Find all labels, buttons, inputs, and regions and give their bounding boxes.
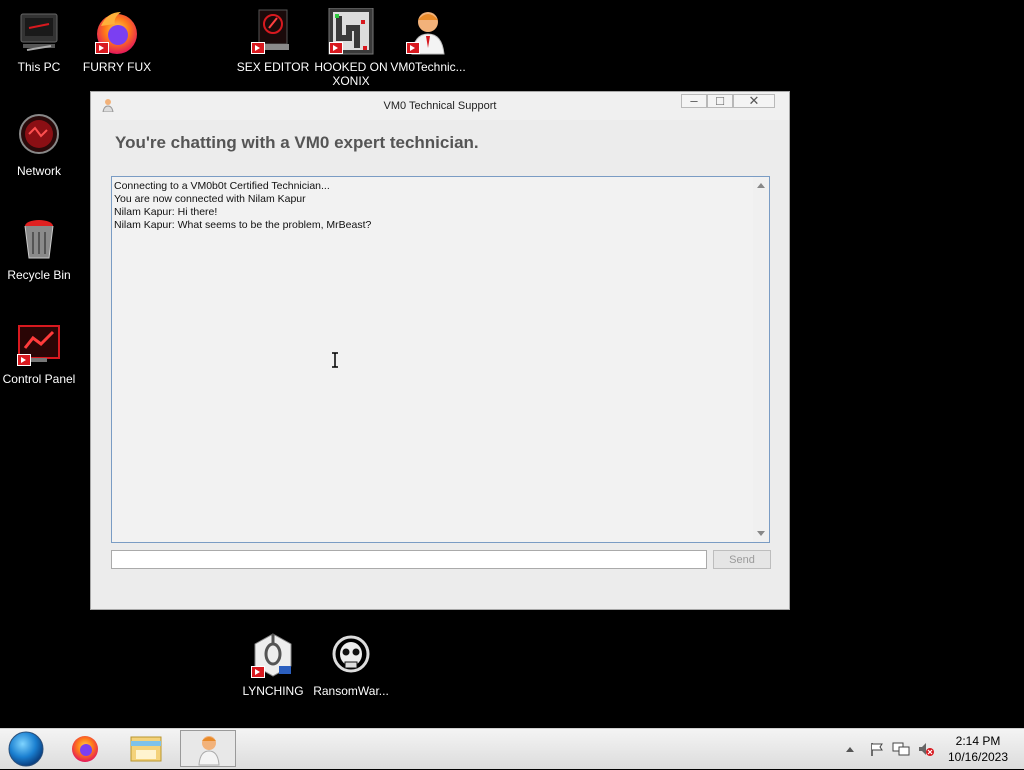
clock-date: 10/16/2023 (947, 750, 1009, 764)
vm0-support-window: VM0 Technical Support – □ ✕ You're chatt… (90, 91, 790, 610)
taskbar-clock[interactable]: 2:14 PM 10/16/2023 (936, 733, 1020, 765)
clock-time: 2:14 PM (955, 734, 1001, 748)
chat-line: Nilam Kapur: Hi there! (114, 206, 218, 218)
chat-line: Connecting to a VM0b0t Certified Technic… (114, 180, 330, 192)
scroll-up-icon[interactable] (757, 183, 765, 188)
taskbar: 2:14 PM 10/16/2023 (0, 728, 1024, 769)
window-titlebar[interactable]: VM0 Technical Support – □ ✕ (91, 92, 789, 120)
message-input[interactable] (111, 550, 707, 569)
desktop-icon-label: Control Panel (2, 372, 76, 386)
chat-line: You are now connected with Nilam Kapur (114, 193, 306, 205)
desktop-icon-vm0technic[interactable]: VM0Technic... (389, 8, 467, 74)
text-cursor-icon (332, 352, 338, 368)
desktop-icon-furry-fux[interactable]: FURRY FUX (78, 8, 156, 74)
maximize-icon: □ (716, 93, 724, 108)
desktop-icon-ransomware[interactable]: RansomWar... (312, 632, 390, 698)
taskbar-file-explorer[interactable] (118, 730, 174, 767)
taskbar-firefox[interactable] (58, 730, 114, 767)
paint-editor-icon (249, 8, 297, 56)
recycle-bin-icon (15, 216, 63, 264)
computer-icon (15, 8, 63, 56)
firefox-icon (72, 736, 98, 762)
technician-avatar-icon (404, 8, 452, 56)
desktop-icon-recycle-bin[interactable]: Recycle Bin (0, 216, 78, 282)
chat-scrollbar[interactable] (753, 177, 769, 542)
file-explorer-icon (130, 736, 162, 762)
desktop-icon-label: RansomWar... (313, 684, 389, 698)
close-button[interactable]: ✕ (733, 93, 775, 108)
desktop-icon-control-panel[interactable]: Control Panel (0, 320, 78, 386)
flag-icon[interactable] (869, 741, 885, 760)
desktop-icon-label: Recycle Bin (7, 268, 71, 282)
desktop-icon-hooked-on-xonix[interactable]: HOOKED ON XONIX (312, 7, 390, 88)
network-icon[interactable] (892, 741, 910, 760)
desktop-icon-label: This PC (17, 60, 61, 74)
send-button[interactable]: Send (713, 550, 771, 569)
chat-heading: You're chatting with a VM0 expert techni… (115, 133, 479, 152)
xonix-game-icon (327, 7, 375, 56)
desktop-icon-sex-editor[interactable]: SEX EDITOR (234, 8, 312, 74)
desktop-icon-label: LYNCHING (242, 684, 304, 698)
desktop-icon-network[interactable]: Network (0, 112, 78, 178)
control-panel-icon (15, 320, 63, 368)
taskbar-vm0-support[interactable] (180, 730, 236, 767)
volume-muted-icon[interactable] (917, 741, 935, 760)
scroll-down-icon[interactable] (757, 531, 765, 536)
technician-avatar-icon (198, 736, 220, 766)
desktop-icon-label: HOOKED ON XONIX (314, 60, 388, 88)
desktop-icon-this-pc[interactable]: This PC (0, 8, 78, 74)
desktop-icon-label: FURRY FUX (82, 60, 152, 74)
skull-icon (327, 632, 375, 680)
chat-line: Nilam Kapur: What seems to be the proble… (114, 219, 372, 231)
minimize-icon: – (690, 93, 698, 108)
desktop-icon-label: SEX EDITOR (236, 60, 310, 74)
firefox-icon (93, 8, 141, 56)
maximize-button[interactable]: □ (707, 93, 733, 108)
minimize-button[interactable]: – (681, 93, 707, 108)
chat-log[interactable]: Connecting to a VM0b0t Certified Technic… (111, 176, 770, 543)
close-icon: ✕ (748, 93, 760, 108)
noose-game-icon (249, 632, 297, 680)
desktop-icon-label: Network (16, 164, 61, 178)
desktop-icon-lynching[interactable]: LYNCHING (234, 632, 312, 698)
network-globe-icon (15, 112, 63, 160)
show-hidden-icons-icon[interactable] (845, 741, 855, 760)
desktop-icon-label: VM0Technic... (390, 60, 466, 74)
start-orb-icon[interactable] (6, 731, 46, 767)
